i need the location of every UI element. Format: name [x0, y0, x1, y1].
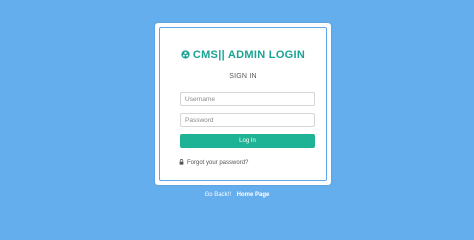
go-back-text: Go Back!!	[204, 192, 231, 198]
username-input[interactable]	[180, 92, 315, 106]
brand-title-text: CMS|| ADMIN LOGIN	[192, 49, 306, 61]
lock-icon	[179, 159, 184, 165]
brand-title: CMS|| ADMIN LOGIN	[160, 49, 326, 61]
forgot-password-text: Forgot your password?	[187, 160, 249, 166]
home-page-link[interactable]: Home Page	[237, 192, 270, 198]
login-button[interactable]: Log In	[180, 134, 315, 148]
login-card: CMS|| ADMIN LOGIN SIGN IN Log In Forgot …	[155, 23, 331, 185]
globe-icon	[181, 50, 190, 59]
forgot-password-link[interactable]: Forgot your password?	[179, 159, 248, 166]
login-card-inner: CMS|| ADMIN LOGIN SIGN IN Log In Forgot …	[159, 27, 327, 181]
password-input[interactable]	[180, 113, 315, 127]
footer: Go Back!! Home Page	[0, 192, 474, 198]
sign-in-heading: SIGN IN	[229, 73, 257, 80]
